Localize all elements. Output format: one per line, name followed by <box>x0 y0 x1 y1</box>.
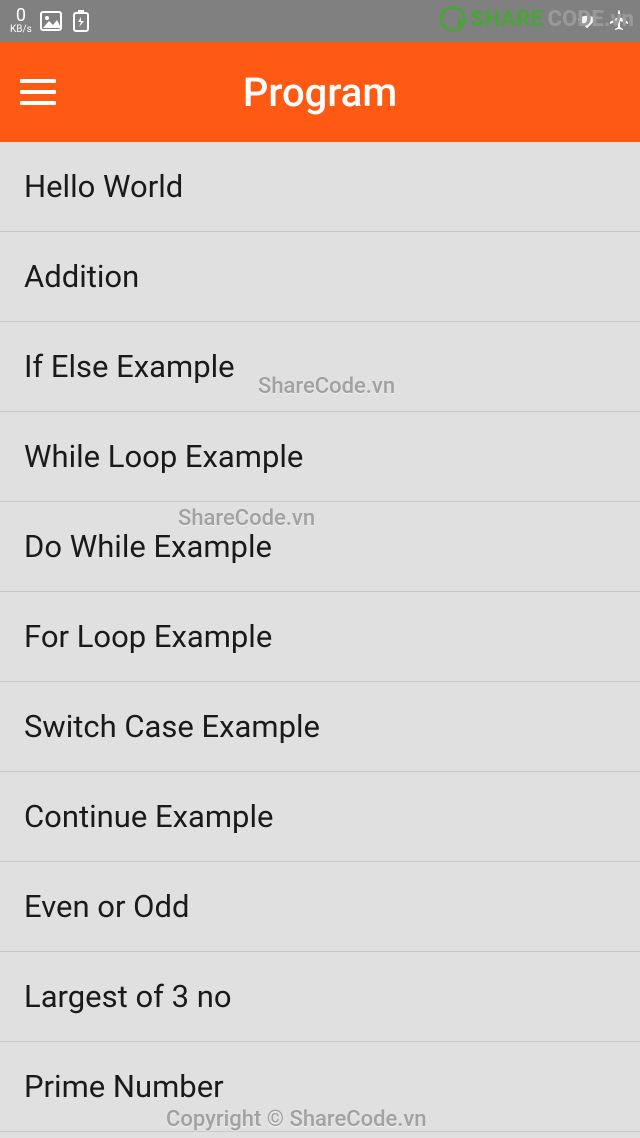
list-item-label: Continue Example <box>24 798 273 835</box>
list-item-label: For Loop Example <box>24 618 272 655</box>
list-item[interactable]: Addition <box>0 232 640 322</box>
list-item[interactable]: Continue Example <box>0 772 640 862</box>
status-right <box>576 10 630 32</box>
list-item-label: Even or Odd <box>24 888 189 925</box>
battery-saver-icon <box>70 10 92 32</box>
list-item-label: If Else Example <box>24 348 235 385</box>
list-item[interactable]: Even or Odd <box>0 862 640 952</box>
list-item-label: Largest of 3 no <box>24 978 232 1015</box>
image-icon <box>40 10 62 32</box>
list-item-label: Addition <box>24 258 139 295</box>
status-left: 0 KB/s <box>10 7 92 35</box>
hamburger-line <box>20 90 56 94</box>
airplane-mode-icon <box>608 10 630 32</box>
program-list[interactable]: Hello World Addition If Else Example Whi… <box>0 142 640 1132</box>
list-item-label: Switch Case Example <box>24 708 320 745</box>
list-item[interactable]: Prime Number <box>0 1042 640 1132</box>
list-item[interactable]: Switch Case Example <box>0 682 640 772</box>
kbs-value: 0 <box>10 7 32 25</box>
page-title: Program <box>243 69 397 116</box>
wifi-icon <box>576 10 598 32</box>
list-item[interactable]: While Loop Example <box>0 412 640 502</box>
hamburger-line <box>20 101 56 105</box>
list-item-label: Do While Example <box>24 528 272 565</box>
list-item[interactable]: Largest of 3 no <box>0 952 640 1042</box>
list-item-label: While Loop Example <box>24 438 303 475</box>
hamburger-line <box>20 79 56 83</box>
list-item[interactable]: Hello World <box>0 142 640 232</box>
network-speed-indicator: 0 KB/s <box>10 7 32 35</box>
app-bar: Program <box>0 42 640 142</box>
list-item[interactable]: If Else Example <box>0 322 640 412</box>
list-item[interactable]: For Loop Example <box>0 592 640 682</box>
list-item[interactable]: Do While Example <box>0 502 640 592</box>
kbs-label: KB/s <box>10 25 32 35</box>
hamburger-menu-button[interactable] <box>20 70 64 114</box>
list-item-label: Prime Number <box>24 1068 224 1105</box>
list-item-label: Hello World <box>24 168 183 205</box>
status-bar: 0 KB/s <box>0 0 640 42</box>
